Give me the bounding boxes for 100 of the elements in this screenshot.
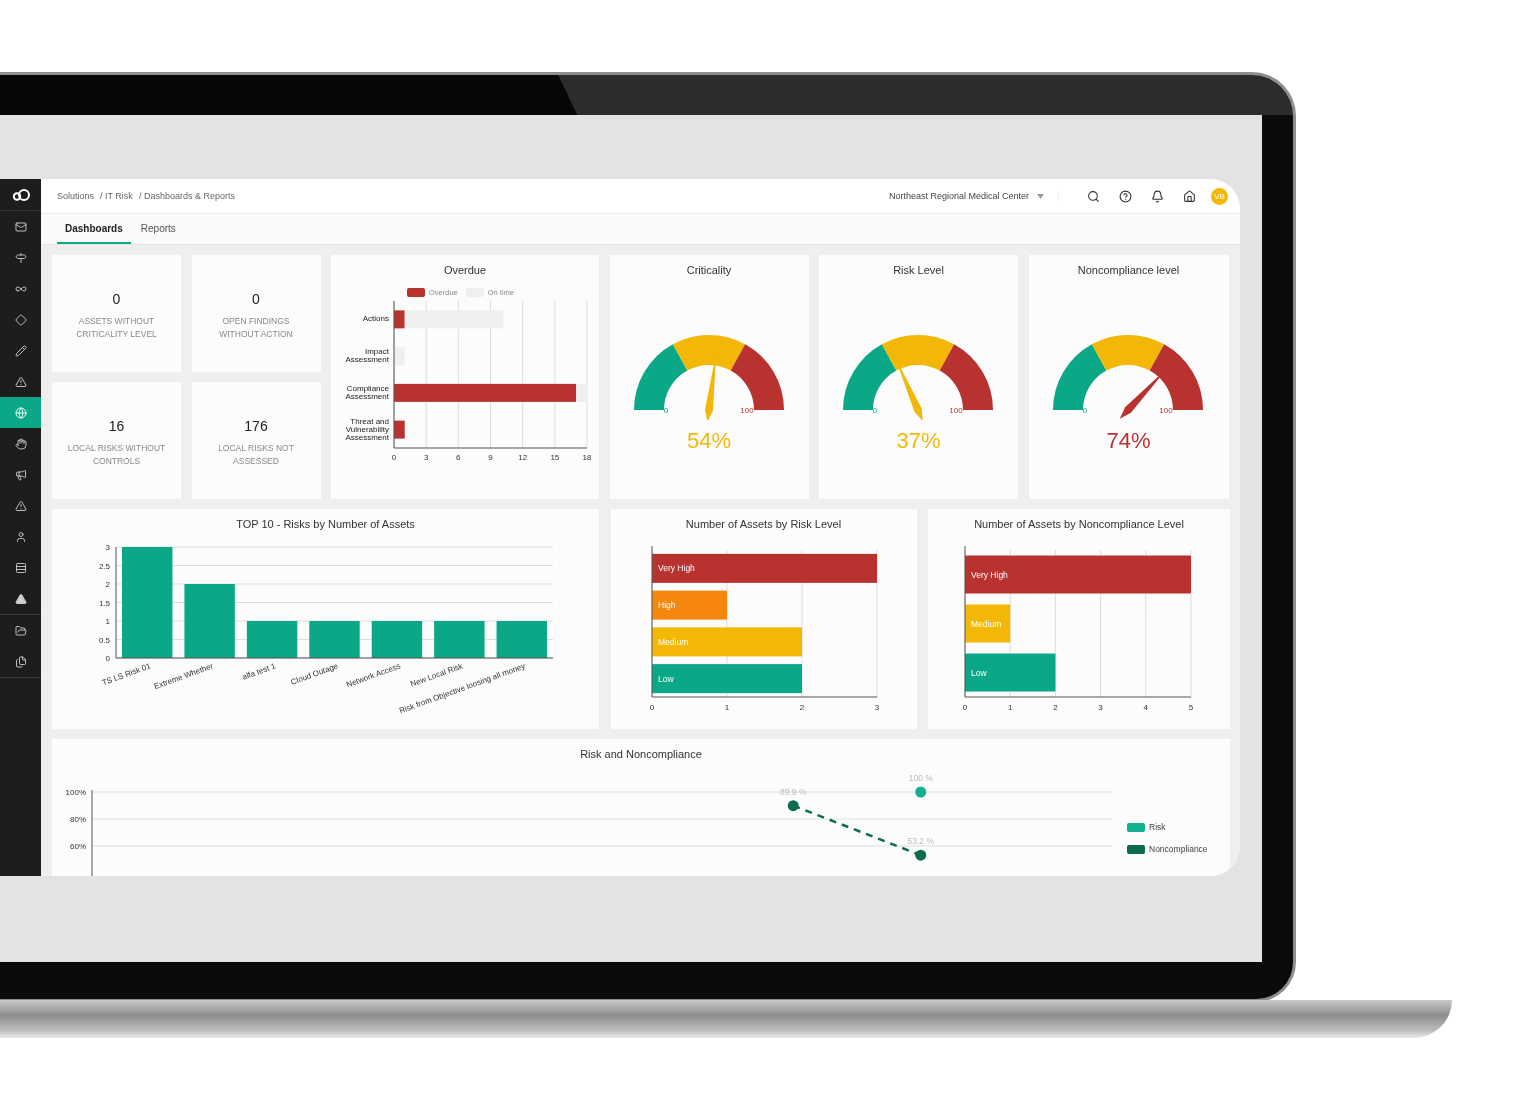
tick-label: 0 <box>105 654 110 663</box>
stat-value: 0 <box>252 290 260 307</box>
axis-label: Threat and Vulnerability Assessment <box>344 417 389 442</box>
gauge-max-label: 100 <box>739 406 754 415</box>
tick-label: 0 <box>391 453 397 462</box>
legend-label: Risk <box>1149 822 1166 832</box>
search-icon <box>1086 189 1100 203</box>
bar <box>394 347 405 366</box>
help-icon <box>1118 189 1132 203</box>
chart-title: Overdue <box>443 264 487 276</box>
megaphone-icon <box>14 468 27 481</box>
home-icon <box>1182 189 1196 203</box>
tick-label: 1 <box>724 703 729 712</box>
tick-label: 3 <box>1098 703 1103 712</box>
axis-label: TS LS Risk 01 <box>100 661 152 688</box>
globe-icon <box>14 406 27 419</box>
axis-label: Actions <box>362 315 389 324</box>
data-point <box>915 849 927 861</box>
breadcrumb-link[interactable]: / Dashboards & Reports <box>138 191 235 201</box>
data-point <box>915 786 927 798</box>
tick-label: 100% <box>65 788 86 797</box>
tick-label: 2.5 <box>98 561 110 571</box>
diamond-icon <box>14 313 27 326</box>
stat-label: LOCAL RISKS WITHOUT CONTROLS <box>66 441 167 468</box>
tick-label: 6 <box>456 453 461 462</box>
gauge-min-label: 0 <box>1082 406 1088 415</box>
tick-label: 5 <box>1188 703 1194 712</box>
caret-icon <box>1037 193 1044 199</box>
pencil-icon <box>14 344 27 357</box>
bar: Very High <box>965 555 1191 594</box>
tick-label: 4 <box>1143 703 1149 712</box>
tick-label: 2 <box>105 580 110 589</box>
chart-title: Risk and Noncompliance <box>580 748 702 760</box>
gauge-reading: 74% <box>1106 428 1151 454</box>
bar: Very High <box>651 553 877 583</box>
gauge-low-zone <box>843 344 897 410</box>
tick-label: 3 <box>423 453 429 462</box>
axis-label: Impact Assessment <box>344 348 389 365</box>
bar: Low <box>965 653 1056 692</box>
tick-label: 0.5 <box>98 635 110 645</box>
gauge-min-label: 0 <box>872 406 878 415</box>
stat-label: OPEN FINDINGS WITHOUT ACTION <box>218 314 294 341</box>
tick-label: 80% <box>70 815 86 824</box>
breadcrumb-link[interactable]: / IT Risk <box>100 191 133 201</box>
gauge-reading: 54% <box>686 428 731 454</box>
gauge-high-zone <box>1149 344 1203 410</box>
series-label: Very High <box>971 569 1009 580</box>
signpost-icon <box>14 251 27 264</box>
chart-title: Number of Assets by Risk Level <box>685 518 842 530</box>
tick-label: 2 <box>1053 703 1058 712</box>
tick-label: 3 <box>105 543 110 552</box>
chart-title: Criticality <box>686 264 732 276</box>
stat-label: ASSETS WITHOUT CRITICALITY LEVEL <box>75 314 158 341</box>
files-icon <box>14 655 27 668</box>
tick-label: 9 <box>488 453 493 462</box>
value-label: 53.2 % <box>907 836 934 847</box>
series-label: Low <box>657 673 674 684</box>
chart-title: TOP 10 - Risks by Number of Assets <box>236 518 415 530</box>
gauge-min-label: 0 <box>663 406 668 415</box>
value-label: 89.9 % <box>780 786 807 797</box>
legend-label: Noncompliance <box>1149 844 1208 854</box>
tick-label: 0 <box>962 703 968 712</box>
bar: High <box>651 590 727 620</box>
stat-label: LOCAL RISKS NOT ASSESSED <box>217 441 295 468</box>
gauge-low-zone <box>633 344 687 410</box>
bar: Medium <box>965 604 1011 643</box>
tab[interactable]: Reports <box>132 214 184 244</box>
bar <box>309 621 360 658</box>
bar: Low <box>651 664 802 694</box>
user-icon <box>14 530 27 543</box>
tick-label: 0 <box>649 703 654 712</box>
tick-label: 1.5 <box>98 598 110 608</box>
organization-selector[interactable]: Northeast Regional Medical Center <box>888 191 1059 201</box>
chart-title: Number of Assets by Noncompliance Level <box>974 518 1184 530</box>
folder-icon <box>14 624 27 637</box>
tick-label: 3 <box>874 703 879 712</box>
breadcrumb-link[interactable]: Solutions <box>57 191 95 201</box>
tick-label: 2 <box>799 703 804 712</box>
data-point <box>787 800 799 812</box>
bar <box>246 621 298 658</box>
bar <box>496 621 547 658</box>
tick-label: 60% <box>70 842 86 851</box>
tick-label: 1 <box>105 617 110 626</box>
stat-value: 0 <box>112 290 121 307</box>
bar <box>371 621 423 658</box>
list-icon <box>14 561 27 574</box>
series-label: Low <box>971 667 988 678</box>
chart-title: Noncompliance level <box>1077 264 1180 276</box>
gauge-max-label: 100 <box>1159 406 1173 415</box>
gauge-high-zone <box>939 344 993 410</box>
tick-label: 18 <box>582 453 592 462</box>
gauge-reading: 37% <box>896 428 941 454</box>
tick-label: 12 <box>518 453 528 462</box>
series-label: Medium <box>971 618 1002 629</box>
series-label: Medium <box>657 636 688 647</box>
chart-title: Risk Level <box>893 264 944 276</box>
axis-label: Compliance Assessment <box>344 384 389 401</box>
stat-value: 16 <box>108 417 125 434</box>
gauge-high-zone <box>730 344 784 410</box>
series-label: Very High <box>657 563 695 574</box>
